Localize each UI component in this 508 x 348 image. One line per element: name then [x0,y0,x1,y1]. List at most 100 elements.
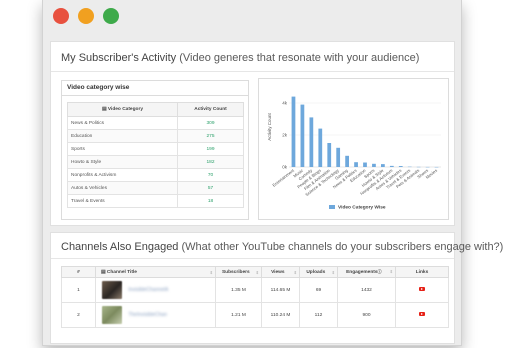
bar[interactable] [389,165,394,167]
rank-cell: 1 [61,277,96,303]
table-row: Sports 199 [67,142,244,156]
category-cell: News & Politics [67,116,178,130]
category-table: ▤ Video Category Activity Count News & P… [67,102,244,208]
rank-cell: 2 [61,302,96,328]
bar[interactable] [336,147,341,167]
views-cell: 114.65 M [261,277,300,303]
x-tick-label: Entertainment [271,167,295,188]
column-header-label: Links [415,269,429,275]
category-bar-chart: 0k2k4kActivity CountEntertainmentMusicCo… [267,96,441,211]
column-header-label: Uploads [306,269,326,275]
y-tick-label: 4k [282,101,288,106]
column-header-category[interactable]: ▤ Video Category [67,102,178,117]
channel-thumbnail[interactable] [102,281,122,299]
divider [51,71,454,72]
legend-swatch[interactable] [329,205,335,209]
table-row: Nonprofits & Activism 70 [67,168,244,182]
sort-icon: ⇕ [209,269,213,275]
y-tick-label: 2k [282,133,288,138]
category-cell: Sports [67,142,178,156]
bar[interactable] [327,143,332,167]
category-cell: Howto & Style [67,155,178,169]
bar[interactable] [372,163,376,167]
links-cell [395,277,449,303]
table-row: Howto & Style 182 [67,155,244,169]
links-cell [395,302,449,328]
count-cell: 275 [177,129,244,143]
uploads-cell: 112 [299,302,338,328]
channels-title: Channels Also Engaged [61,241,179,253]
column-header-label: # [77,269,80,275]
column-header-subscribers[interactable]: Subscribers ⇕ [215,266,262,278]
bar[interactable] [381,164,385,167]
column-header-uploads[interactable]: Uploads ⇕ [299,266,338,278]
window-titlebar [43,0,461,34]
youtube-icon[interactable] [419,312,425,316]
column-header-label: Channel Title [106,269,137,275]
bar[interactable] [354,162,358,167]
category-cell: Education [67,129,178,143]
column-header-label: Video Category [107,107,143,112]
channels-engaged-section: Channels Also Engaged (What other YouTub… [50,232,503,344]
bar[interactable] [318,128,323,167]
views-cell: 110.24 M [261,302,300,328]
close-window-button[interactable] [53,8,69,24]
subscriber-activity-section: My Subscriber's Activity (Video generes … [50,41,455,226]
engagements-cell: 1432 [337,277,396,303]
bar[interactable] [300,104,305,167]
activity-title: My Subscriber's Activity [61,52,177,64]
channel-thumbnail[interactable] [102,306,122,324]
legend-label[interactable]: Video Category Wise [338,205,386,211]
activity-subtitle: (Video generes that resonate with your a… [179,52,420,64]
table-row: 2 TheInvisibleChan 1.21 M 110.24 M 112 9… [61,302,449,328]
y-tick-label: 0k [282,165,288,170]
minimize-window-button[interactable] [78,8,94,24]
app-window: My Subscriber's Activity (Video generes … [42,0,503,346]
sort-icon: ⇕ [331,269,335,275]
category-chart-panel: 0k 2k 4k Activity Count Entertainment Music Co… [258,78,449,220]
bar[interactable] [309,117,314,167]
bar[interactable] [291,96,296,167]
info-icon[interactable]: ⓘ [378,269,382,274]
category-table-panel: Video category wise ▤ Video Category Act… [61,80,249,220]
table-row: 1 InvisibleChannelA 1.35 M 114.65 M 69 1… [61,277,449,303]
table-row: Autos & Vehicles 57 [67,181,244,195]
sort-icon: ⇕ [389,269,393,274]
column-header-count[interactable]: Activity Count [177,102,244,117]
category-cell: Autos & Vehicles [67,181,178,195]
column-header-label: Engagements [346,270,378,275]
youtube-icon[interactable] [419,287,425,291]
activity-section-title: My Subscriber's Activity (Video generes … [61,52,419,64]
category-table-heading: Video category wise [62,81,248,96]
table-row: Education 275 [67,129,244,143]
column-header-label: Views [271,269,285,275]
channels-table: # ▤ Channel Title ⇕ Subscribers ⇕ Views ⇕ U… [61,266,449,328]
column-header-rank[interactable]: # [61,266,96,278]
category-cell: Travel & Events [67,194,178,208]
column-header-links[interactable]: Links [395,266,449,278]
grid-icon: ▤ [102,107,107,112]
maximize-window-button[interactable] [103,8,119,24]
column-header-label: Subscribers [221,269,250,275]
channel-title-cell: TheInvisibleChan [95,302,216,328]
sort-icon: ⇕ [255,269,259,275]
y-axis-label: Activity Count [267,112,272,140]
column-header-views[interactable]: Views ⇕ [261,266,300,278]
count-cell: 18 [177,194,244,208]
column-header-channel-title[interactable]: ▤ Channel Title ⇕ [95,266,216,278]
channel-title-cell: InvisibleChannelA [95,277,216,303]
channels-section-title: Channels Also Engaged (What other YouTub… [61,241,503,253]
subscribers-cell: 1.21 M [215,302,262,328]
engagements-cell: 900 [337,302,396,328]
column-header-engagements[interactable]: Engagementsⓘ ⇕ [337,266,396,278]
bar[interactable] [398,166,403,167]
channel-name-link[interactable]: TheInvisibleChan [128,312,167,318]
column-header-label: Activity Count [194,107,227,112]
table-row: News & Politics 309 [67,116,244,130]
subscribers-cell: 1.35 M [215,277,262,303]
bar[interactable] [345,155,349,167]
count-cell: 70 [177,168,244,182]
grid-icon: ▤ [101,269,106,275]
channel-name-link[interactable]: InvisibleChannelA [128,287,168,293]
bar[interactable] [363,162,367,167]
